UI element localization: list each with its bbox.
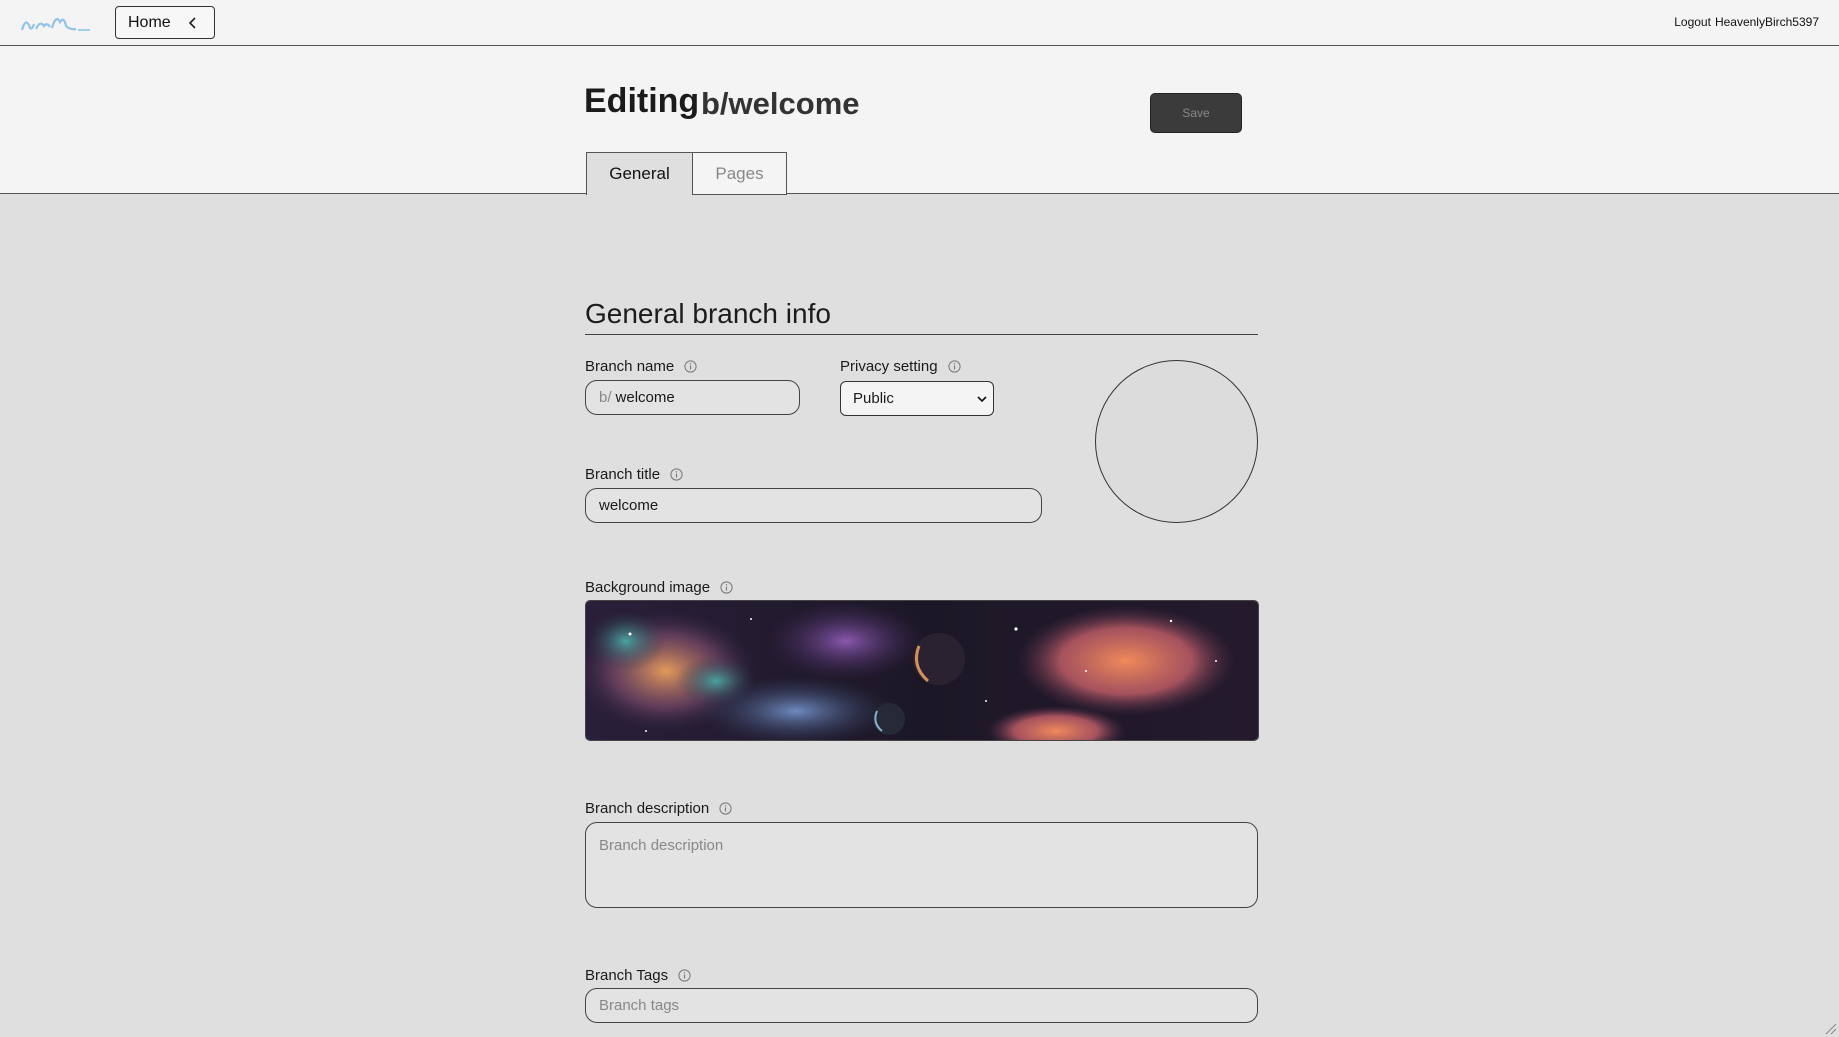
branch-title-label: Branch title (585, 466, 661, 483)
tags-input[interactable]: Branch tags (585, 988, 1258, 1023)
branch-icon-upload[interactable] (1095, 360, 1258, 523)
tags-placeholder: Branch tags (599, 997, 680, 1014)
section-divider (585, 334, 1258, 335)
branch-name-prefix: b/ (599, 389, 612, 406)
user-area: Logout HeavenlyBirch5397 (1674, 15, 1819, 29)
tags-label: Branch Tags (585, 967, 669, 984)
branch-title-value: welcome (599, 497, 659, 514)
info-icon[interactable] (678, 969, 691, 982)
privacy-label: Privacy setting (840, 358, 938, 375)
section-title: General branch info (585, 298, 831, 329)
description-textarea[interactable]: Branch description (585, 822, 1258, 908)
branch-name-input[interactable]: b/ welcome (585, 380, 800, 415)
chevron-down-icon (977, 396, 987, 403)
info-icon[interactable] (719, 802, 732, 815)
logout-link[interactable]: Logout (1674, 15, 1711, 29)
background-image-label-row: Background image (585, 579, 733, 596)
home-button-label: Home (128, 13, 171, 31)
privacy-label-row: Privacy setting (840, 358, 961, 375)
tab-general[interactable]: General (586, 152, 693, 195)
username[interactable]: HeavenlyBirch5397 (1715, 15, 1819, 29)
info-icon[interactable] (684, 360, 697, 373)
background-image-preview[interactable] (585, 600, 1259, 741)
branch-path-title: b/welcome (701, 86, 860, 121)
info-icon[interactable] (720, 581, 733, 594)
top-navbar: Home Logout HeavenlyBirch5397 (0, 0, 1839, 46)
branch-name-label: Branch name (585, 358, 675, 375)
chevron-left-icon (188, 17, 196, 29)
page-header: Editing b/welcome Save General Pages (0, 46, 1839, 195)
resize-grip-icon[interactable] (1823, 1021, 1837, 1035)
branch-name-label-row: Branch name (585, 358, 697, 375)
site-logo[interactable] (20, 8, 92, 34)
save-button[interactable]: Save (1150, 93, 1242, 133)
tab-pages[interactable]: Pages (693, 152, 787, 195)
description-label-row: Branch description (585, 800, 732, 817)
description-label: Branch description (585, 800, 710, 817)
branch-name-value: welcome (615, 389, 675, 406)
page-title: Editing (584, 82, 700, 120)
tags-label-row: Branch Tags (585, 967, 691, 984)
space-background-image (586, 601, 1258, 740)
info-icon[interactable] (670, 468, 683, 481)
info-icon[interactable] (947, 360, 961, 373)
background-image-label: Background image (585, 579, 711, 596)
home-button[interactable]: Home (115, 6, 215, 39)
tab-bar: General Pages (586, 152, 787, 195)
branch-title-label-row: Branch title (585, 466, 683, 483)
branch-title-input[interactable]: welcome (585, 488, 1042, 523)
privacy-selected-value: Public (853, 390, 894, 407)
description-placeholder: Branch description (599, 837, 724, 854)
privacy-select[interactable]: Public (840, 381, 994, 416)
